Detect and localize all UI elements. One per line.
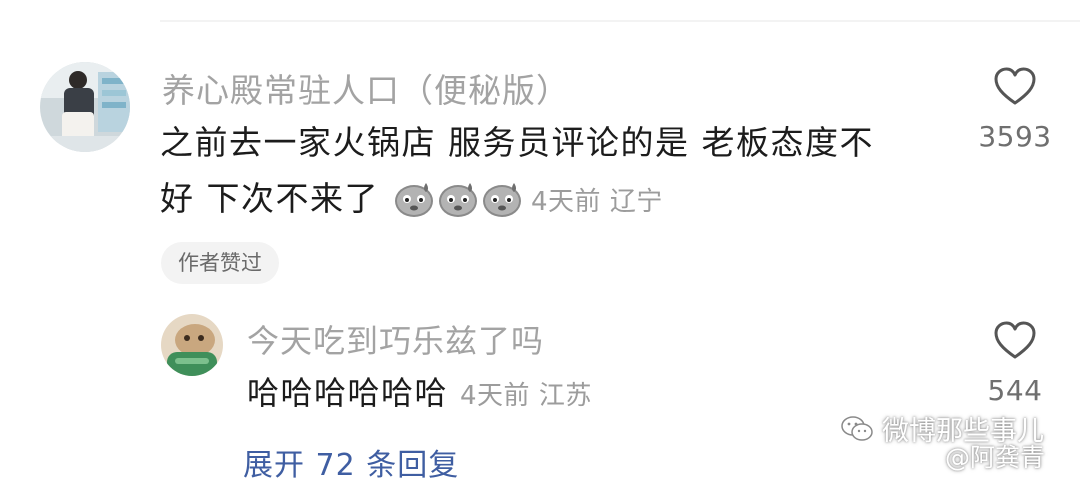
comment-time: 4天前 [531, 187, 602, 217]
comment-text: 之前去一家火锅店 服务员评论的是 老板态度不 好 下次不来了 4天前 辽宁 [160, 115, 950, 236]
heart-outline-icon [994, 67, 1036, 105]
reply-avatar[interactable] [161, 314, 223, 376]
reply-meta: 4天前 江苏 [460, 381, 592, 411]
comment-like-count: 3593 [978, 120, 1052, 153]
top-divider [160, 20, 1080, 22]
reply-text-line: 哈哈哈哈哈哈 4天前 江苏 [247, 367, 592, 422]
reply-text: 哈哈哈哈哈哈 [247, 374, 449, 412]
sweat-face-emoji-icon [393, 177, 435, 236]
comment-username[interactable]: 养心殿常驻人口（便秘版） [162, 64, 570, 112]
comment-meta: 4天前 辽宁 [531, 187, 663, 217]
reply-username[interactable]: 今天吃到巧乐兹了吗 [247, 316, 544, 362]
comment-text-line1: 之前去一家火锅店 服务员评论的是 老板态度不 [160, 123, 874, 162]
comment-like-button[interactable]: 3593 [972, 66, 1058, 153]
emoji-row [393, 177, 523, 236]
reply-location: 江苏 [538, 381, 592, 411]
sweat-face-emoji-icon [437, 177, 479, 236]
reply-time: 4天前 [460, 381, 531, 411]
avatar[interactable] [40, 62, 130, 152]
comment-text-line2: 好 下次不来了 4天前 辽宁 [160, 171, 950, 236]
heart-outline-icon [994, 321, 1036, 359]
reply-like-button[interactable]: 544 [972, 320, 1058, 407]
author-liked-badge: 作者赞过 [161, 242, 279, 284]
expand-replies-link[interactable]: 展开 72 条回复 [243, 440, 459, 484]
comment-location: 辽宁 [609, 187, 663, 217]
reply-like-count: 544 [987, 374, 1043, 407]
wechat-icon [841, 415, 873, 441]
sweat-face-emoji-icon [481, 177, 523, 236]
comment-text-line2-text: 好 下次不来了 [160, 179, 379, 218]
watermark-line2: @阿龚青 [945, 443, 1046, 472]
